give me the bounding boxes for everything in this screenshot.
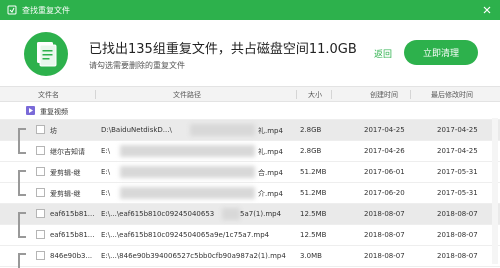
duplicate-group-bracket (18, 212, 26, 238)
modified-date: 2018-08-07 (437, 210, 478, 218)
created-date: 2017-04-25 (364, 126, 405, 134)
column-divider (331, 90, 332, 99)
summary-text: 已找出135组重复文件，共占磁盘空间11.0GB (89, 42, 357, 57)
table-row[interactable]: 爱剪辑-继 E:\ 合.mp4 51.2MB 2017-06-01 2017-0… (0, 162, 500, 183)
modified-date: 2017-04-25 (437, 126, 478, 134)
row-checkbox[interactable] (36, 125, 45, 134)
result-header: 已找出135组重复文件，共占磁盘空间11.0GB 请勾选需要删除的重复文件 返回… (0, 20, 500, 86)
created-date: 2018-08-07 (364, 231, 405, 239)
file-path-tail: 介.mp4 (258, 190, 283, 198)
table-row[interactable]: eaf615b81... E:\...\eaf615b810c092450406… (0, 204, 500, 225)
group-row-videos[interactable]: 重复视频 (0, 102, 500, 120)
duplicate-group-bracket (18, 128, 26, 154)
file-name: 继尔吉知请 (50, 148, 85, 156)
file-name: 846e90b3... (50, 252, 93, 260)
file-path: E:\ (101, 147, 111, 155)
group-label: 重复视频 (40, 108, 68, 116)
created-date: 2018-08-07 (364, 252, 405, 260)
file-path: D:\BaiduNetdiskD...\ (101, 126, 172, 134)
created-date: 2018-08-07 (364, 210, 405, 218)
app-icon (7, 5, 17, 15)
scrollbar[interactable] (492, 118, 498, 264)
modified-date: 2017-04-25 (437, 147, 478, 155)
file-name: 爱剪辑-继 (50, 190, 81, 198)
redaction-blur (120, 166, 255, 178)
table-row[interactable]: 坊 D:\BaiduNetdiskD...\ 礼.mp4 2.8GB 2017-… (0, 120, 500, 141)
table-row[interactable]: 爱剪辑-继 E:\ 介.mp4 51.2MB 2017-06-20 2017-0… (0, 183, 500, 204)
column-divider (95, 90, 96, 99)
row-checkbox[interactable] (36, 188, 45, 197)
redaction-blur (222, 208, 240, 220)
file-path: E:\...\846e90b394006527c5bb0cfb90a987a2(… (101, 252, 286, 260)
col-header-created[interactable]: 创建时间 (370, 90, 398, 100)
file-size: 51.2MB (300, 168, 327, 176)
close-icon[interactable] (480, 3, 494, 17)
window-title: 查找重复文件 (22, 5, 70, 15)
file-path-tail: 礼.mp4 (258, 127, 283, 135)
title-bar: 查找重复文件 (0, 0, 500, 20)
table-row[interactable]: 继尔吉知请 E:\ 礼.mp4 2.8GB 2017-04-26 2017-04… (0, 141, 500, 162)
file-name: 坊 (50, 127, 57, 135)
modified-date: 2017-05-31 (437, 168, 478, 176)
row-checkbox[interactable] (36, 146, 45, 155)
col-header-size[interactable]: 大小 (308, 90, 322, 100)
file-path: E:\...\eaf615b810c09245040653 (101, 210, 215, 218)
file-size: 12.5MB (300, 231, 327, 239)
table-header: 文件名 文件路径 大小 创建时间 最后修改时间 (0, 86, 500, 102)
duplicate-group-bracket (18, 253, 26, 268)
back-link[interactable]: 返回 (374, 47, 392, 60)
file-size: 2.8GB (300, 147, 322, 155)
duplicate-files-icon (24, 32, 68, 76)
file-size: 51.2MB (300, 189, 327, 197)
file-path-tail: 合.mp4 (258, 169, 283, 177)
duplicate-group-bracket (18, 170, 26, 196)
created-date: 2017-06-20 (364, 189, 405, 197)
created-date: 2017-06-01 (364, 168, 405, 176)
redaction-blur (120, 187, 255, 199)
file-path: E:\...\eaf615b810c0924504065a9e/1c75a7.m… (101, 231, 270, 239)
file-path: E:\ (101, 189, 111, 197)
modified-date: 2018-08-07 (437, 252, 478, 260)
file-path-tail: 礼.mp4 (258, 148, 283, 156)
file-size: 12.5MB (300, 210, 327, 218)
row-checkbox[interactable] (36, 209, 45, 218)
row-checkbox[interactable] (36, 251, 45, 260)
table-row[interactable]: 846e90b3... E:\...\846e90b394006527c5bb0… (0, 246, 500, 267)
column-divider (296, 90, 297, 99)
file-size: 3.0MB (300, 252, 322, 260)
file-name: eaf615b81... (50, 231, 95, 239)
redaction-blur (190, 124, 255, 136)
row-checkbox[interactable] (36, 167, 45, 176)
video-group-icon (26, 106, 35, 115)
file-path-tail: 5a7(1).mp4 (240, 210, 282, 218)
modified-date: 2018-08-07 (437, 231, 478, 239)
file-size: 2.8GB (300, 126, 322, 134)
file-name: eaf615b81... (50, 210, 95, 218)
table-row[interactable]: eaf615b81... E:\...\eaf615b810c092450406… (0, 225, 500, 246)
file-path: E:\ (101, 168, 111, 176)
clean-now-button[interactable]: 立即清理 (404, 40, 478, 65)
col-header-name[interactable]: 文件名 (38, 90, 59, 100)
redaction-blur (120, 145, 255, 157)
row-checkbox[interactable] (36, 230, 45, 239)
col-header-modified[interactable]: 最后修改时间 (431, 90, 473, 100)
column-divider (410, 90, 411, 99)
modified-date: 2017-05-31 (437, 189, 478, 197)
file-name: 爱剪辑-继 (50, 169, 81, 177)
instruction-text: 请勾选需要删除的重复文件 (89, 61, 185, 70)
col-header-path[interactable]: 文件路径 (173, 90, 201, 100)
created-date: 2017-04-26 (364, 147, 405, 155)
